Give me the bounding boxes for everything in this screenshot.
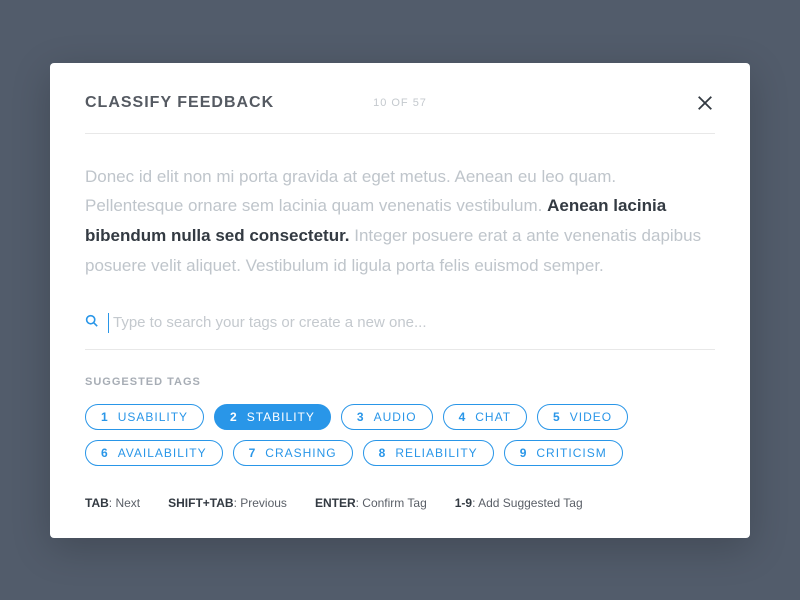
tag-reliability[interactable]: 8 RELIABILITY [363, 440, 494, 466]
shortcut-desc: : Next [109, 496, 140, 510]
tag-number: 9 [520, 446, 528, 460]
tag-number: 2 [230, 410, 238, 424]
shortcut-item: SHIFT+TAB: Previous [168, 496, 287, 510]
close-button[interactable] [695, 93, 715, 113]
tag-stability[interactable]: 2 STABILITY [214, 404, 331, 430]
tag-label: CRASHING [265, 446, 336, 460]
feedback-text: Donec id elit non mi porta gravida at eg… [85, 134, 715, 313]
shortcut-key: TAB [85, 496, 109, 510]
tag-number: 3 [357, 410, 365, 424]
keyboard-shortcuts: TAB: Next SHIFT+TAB: Previous ENTER: Confi… [85, 496, 715, 510]
suggested-tags-list: 1 USABILITY 2 STABILITY 3 AUDIO 4 CHAT 5 VIDEO 6 AV… [85, 404, 715, 466]
tag-usability[interactable]: 1 USABILITY [85, 404, 204, 430]
search-icon [85, 314, 98, 332]
tag-number: 6 [101, 446, 109, 460]
tag-label: AUDIO [374, 410, 417, 424]
tag-number: 4 [459, 410, 467, 424]
tag-label: STABILITY [247, 410, 315, 424]
shortcut-key: ENTER [315, 496, 356, 510]
tag-crashing[interactable]: 7 CRASHING [233, 440, 353, 466]
tag-label: RELIABILITY [395, 446, 477, 460]
shortcut-desc: : Confirm Tag [356, 496, 427, 510]
modal-header: CLASSIFY FEEDBACK 10 OF 57 [85, 93, 715, 134]
close-icon [696, 94, 714, 112]
tag-label: VIDEO [570, 410, 612, 424]
suggested-tags-label: SUGGESTED TAGS [85, 376, 715, 388]
tag-criticism[interactable]: 9 CRITICISM [504, 440, 623, 466]
tag-search-row [85, 313, 715, 350]
modal-title: CLASSIFY FEEDBACK [85, 94, 274, 112]
shortcut-desc: : Previous [234, 496, 287, 510]
tag-number: 1 [101, 410, 109, 424]
tag-label: CRITICISM [536, 446, 606, 460]
tag-label: CHAT [475, 410, 511, 424]
header-wrapper: CLASSIFY FEEDBACK 10 OF 57 [85, 93, 715, 113]
feedback-text-pre: Donec id elit non mi porta gravida at eg… [85, 167, 616, 216]
tag-number: 5 [553, 410, 561, 424]
shortcut-item: TAB: Next [85, 496, 140, 510]
shortcut-key: SHIFT+TAB [168, 496, 233, 510]
tag-label: USABILITY [118, 410, 188, 424]
tag-number: 7 [249, 446, 257, 460]
shortcut-desc: : Add Suggested Tag [472, 496, 583, 510]
shortcut-item: 1-9: Add Suggested Tag [455, 496, 583, 510]
tag-search-input[interactable] [108, 313, 715, 333]
classify-feedback-modal: CLASSIFY FEEDBACK 10 OF 57 Donec id elit… [50, 63, 750, 538]
progress-counter: 10 OF 57 [373, 97, 427, 109]
tag-availability[interactable]: 6 AVAILABILITY [85, 440, 223, 466]
shortcut-key: 1-9 [455, 496, 472, 510]
tag-chat[interactable]: 4 CHAT [443, 404, 527, 430]
tag-audio[interactable]: 3 AUDIO [341, 404, 433, 430]
tag-number: 8 [379, 446, 387, 460]
tag-label: AVAILABILITY [118, 446, 207, 460]
tag-video[interactable]: 5 VIDEO [537, 404, 628, 430]
shortcut-item: ENTER: Confirm Tag [315, 496, 427, 510]
